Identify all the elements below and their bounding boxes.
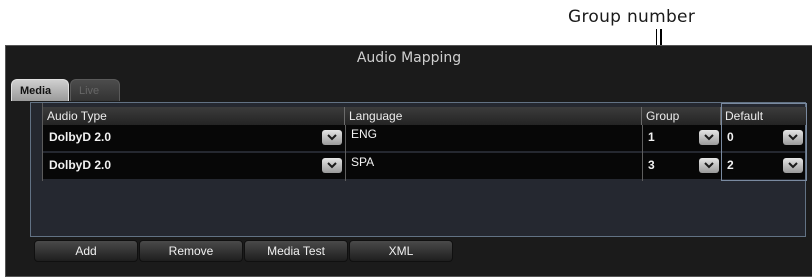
cell-language[interactable]: SPA [345, 153, 642, 179]
cell-audio-type[interactable]: DolbyD 2.0 [43, 125, 345, 151]
callout-label: Group number [568, 7, 696, 27]
chevron-down-icon[interactable] [322, 130, 342, 145]
column-divider [642, 125, 643, 181]
row-header-strip [31, 103, 43, 181]
audio-mapping-panel: Audio Mapping Media Live Audio Type Lang… [5, 45, 812, 277]
column-header-language[interactable]: Language [345, 107, 642, 125]
mapping-table: Audio Type Language Group Default DolbyD… [30, 102, 807, 237]
window-title: Audio Mapping [356, 50, 462, 66]
tab-live[interactable]: Live [70, 79, 120, 101]
table-row[interactable]: DolbyD 2.0 SPA 3 2 [43, 153, 805, 179]
default-column-outline [721, 103, 807, 181]
chevron-down-icon[interactable] [699, 130, 719, 145]
xml-button[interactable]: XML [349, 240, 453, 262]
tab-media[interactable]: Media [11, 79, 69, 101]
chevron-down-icon[interactable] [322, 158, 342, 173]
column-divider [345, 125, 346, 181]
cell-language[interactable]: ENG [345, 125, 642, 151]
chevron-down-icon[interactable] [699, 158, 719, 173]
column-header-audio-type[interactable]: Audio Type [43, 107, 345, 125]
add-button[interactable]: Add [34, 240, 138, 262]
table-row[interactable]: DolbyD 2.0 ENG 1 0 [43, 125, 805, 151]
button-bar: Add Remove Media Test XML [34, 240, 454, 264]
remove-button[interactable]: Remove [139, 240, 243, 262]
media-test-button[interactable]: Media Test [244, 240, 348, 262]
column-header-group[interactable]: Group [642, 107, 721, 125]
cell-audio-type[interactable]: DolbyD 2.0 [43, 153, 345, 179]
